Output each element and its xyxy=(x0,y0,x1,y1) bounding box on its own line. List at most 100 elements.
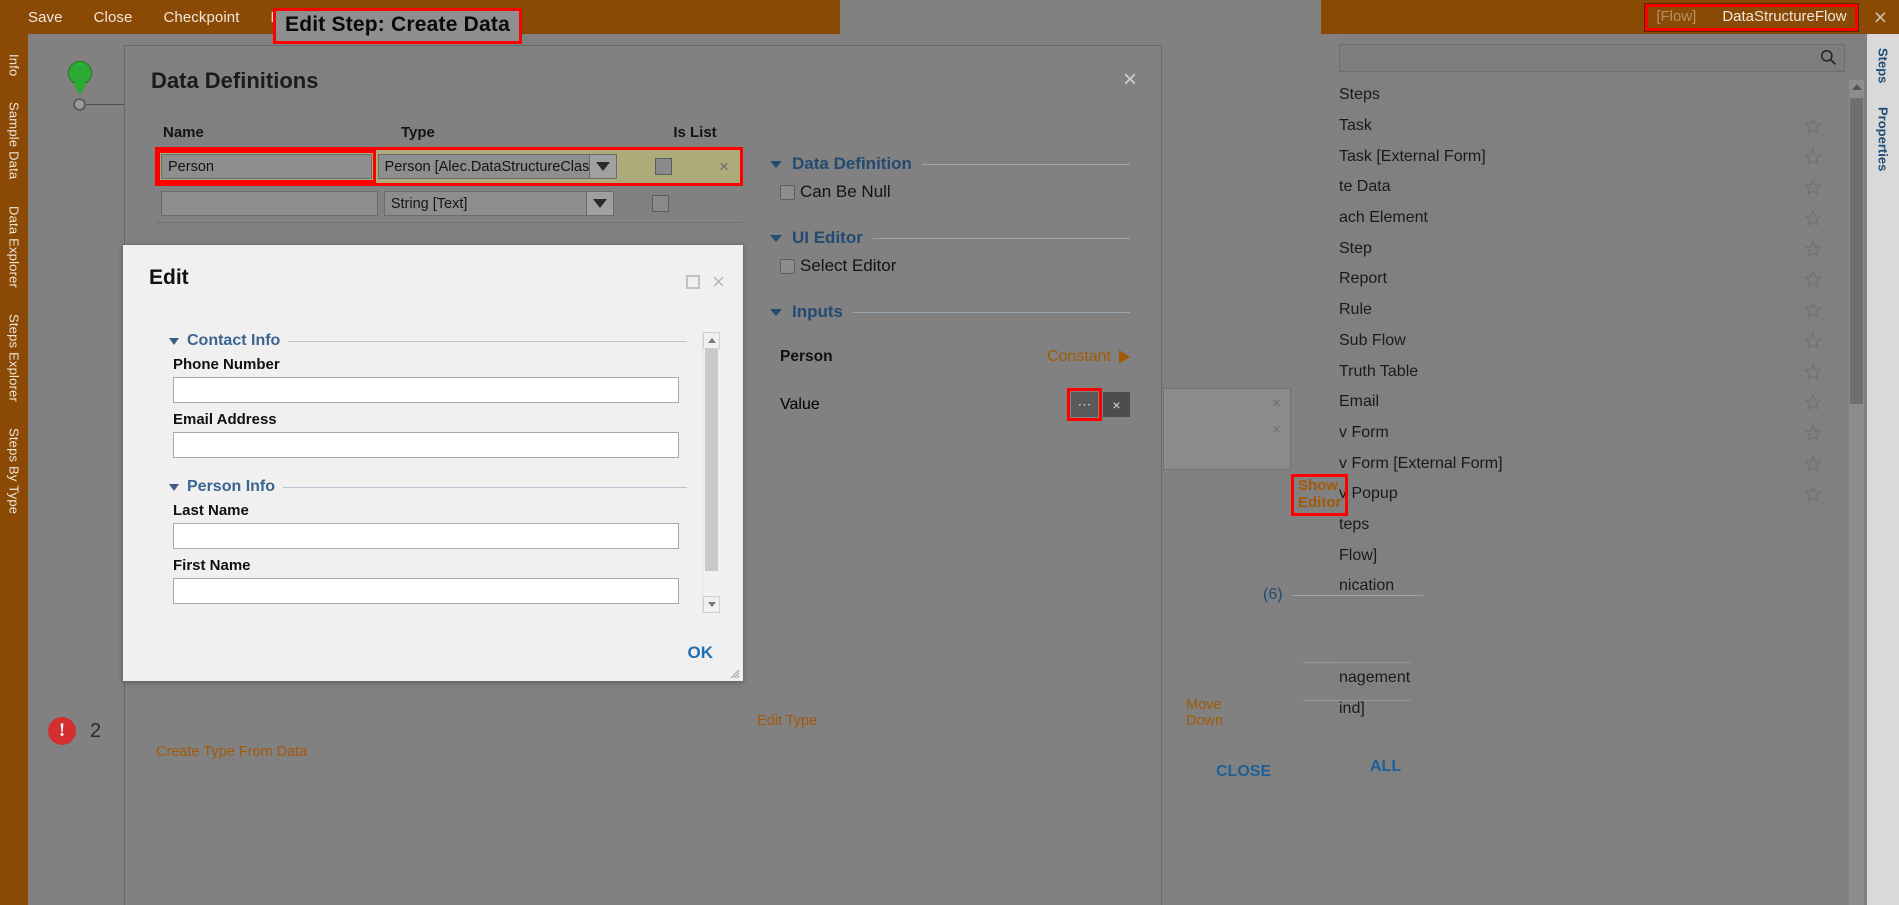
list-item[interactable]: Email xyxy=(1339,387,1845,418)
edit-type-link[interactable]: Edit Type xyxy=(757,713,817,729)
star-icon[interactable] xyxy=(1805,424,1821,441)
scroll-up-icon[interactable] xyxy=(1851,84,1862,90)
steps-list[interactable]: Steps Task Task [External Form] te Data ach … xyxy=(1339,80,1845,905)
type-dropdown-button[interactable] xyxy=(590,154,618,179)
list-item[interactable]: Truth Table xyxy=(1339,356,1845,387)
move-down-link[interactable]: Move Down xyxy=(1186,697,1223,729)
table-row[interactable]: Person Person [Alec.DataStructureClas × xyxy=(155,147,743,186)
last-name-input[interactable] xyxy=(173,523,679,549)
ok-button[interactable]: OK xyxy=(688,643,714,663)
all-button[interactable]: ALL xyxy=(1370,758,1401,776)
resize-handle-icon[interactable] xyxy=(728,667,740,679)
star-icon[interactable] xyxy=(1805,363,1821,380)
list-item[interactable]: ach Element xyxy=(1339,203,1845,234)
list-item[interactable]: Report xyxy=(1339,264,1845,295)
error-badge[interactable]: ! 2 xyxy=(48,717,101,745)
star-icon[interactable] xyxy=(1805,148,1821,165)
can-be-null-checkbox[interactable] xyxy=(780,184,795,200)
list-item[interactable]: Task xyxy=(1339,111,1845,142)
editor-preview-box[interactable]: × × xyxy=(1163,388,1291,470)
start-node-marker[interactable] xyxy=(68,61,92,95)
is-list-checkbox[interactable] xyxy=(652,195,670,212)
row-name-cell[interactable]: Person xyxy=(156,150,376,183)
star-icon[interactable] xyxy=(1805,394,1821,411)
section-person-info[interactable]: Person Info xyxy=(169,478,687,496)
type-input[interactable]: String [Text] xyxy=(383,191,587,216)
table-row[interactable]: String [Text] xyxy=(156,185,742,222)
start-connector-dot[interactable] xyxy=(73,98,86,111)
section-ui-editor[interactable]: UI Editor xyxy=(770,228,1130,248)
rail-item-sample-data[interactable]: Sample Data xyxy=(7,102,22,179)
scroll-thumb[interactable] xyxy=(705,349,718,571)
rail-item-data-explorer[interactable]: Data Explorer xyxy=(7,206,22,288)
star-icon[interactable] xyxy=(1805,118,1821,134)
flow-tab-close-icon[interactable]: × xyxy=(1874,5,1887,29)
list-item[interactable]: nagement xyxy=(1339,663,1845,694)
toolbar-save-button[interactable]: Save xyxy=(28,9,63,26)
rail-item-steps-by-type[interactable]: Steps By Type xyxy=(7,428,22,514)
name-input[interactable]: Person xyxy=(157,150,376,183)
value-clear-button[interactable]: × xyxy=(1103,392,1130,417)
list-item[interactable]: Flow] xyxy=(1339,540,1845,571)
type-dropdown-button[interactable] xyxy=(586,191,614,216)
editor-preview-remove-icon-2[interactable]: × xyxy=(1272,421,1281,438)
scroll-track[interactable] xyxy=(703,349,720,596)
toolbar-checkpoint-button[interactable]: Checkpoint xyxy=(163,9,239,26)
list-item[interactable]: v Form xyxy=(1339,418,1845,449)
show-editor-link[interactable]: Show Editor xyxy=(1291,474,1349,516)
row-type-cell[interactable]: String [Text] xyxy=(381,191,617,216)
editor-preview-remove-icon-1[interactable]: × xyxy=(1272,395,1281,412)
restore-icon[interactable] xyxy=(686,275,701,289)
star-icon[interactable] xyxy=(1805,455,1821,472)
edit-dialog-scrollbar[interactable] xyxy=(702,332,720,613)
star-icon[interactable] xyxy=(1805,210,1821,226)
section-data-definition[interactable]: Data Definition xyxy=(770,154,1130,174)
star-icon[interactable] xyxy=(1805,302,1821,318)
list-item[interactable] xyxy=(1339,602,1845,633)
list-item[interactable]: Step xyxy=(1339,233,1845,264)
steps-scrollbar[interactable] xyxy=(1849,80,1864,905)
flow-tab-datastructureflow[interactable]: [Flow] DataStructureFlow xyxy=(1645,3,1858,31)
star-icon[interactable] xyxy=(1805,486,1821,503)
row-is-list-cell[interactable] xyxy=(620,158,705,175)
is-list-checkbox[interactable] xyxy=(654,158,672,175)
list-item[interactable]: ind] xyxy=(1339,694,1845,725)
list-item[interactable]: teps xyxy=(1339,510,1845,541)
data-definitions-close-button[interactable]: CLOSE xyxy=(1216,763,1271,781)
phone-number-input[interactable] xyxy=(173,377,679,403)
data-definitions-close-icon[interactable]: × xyxy=(1123,68,1137,92)
row-name-cell[interactable] xyxy=(156,191,381,216)
star-icon[interactable] xyxy=(1805,240,1821,257)
steps-scroll-thumb[interactable] xyxy=(1850,98,1863,404)
list-item[interactable] xyxy=(1339,632,1845,663)
list-item[interactable]: Rule xyxy=(1339,295,1845,326)
scroll-up-button[interactable] xyxy=(703,332,720,349)
row-type-cell[interactable]: Person [Alec.DataStructureClas xyxy=(375,154,621,179)
scroll-down-button[interactable] xyxy=(703,596,720,613)
name-input[interactable] xyxy=(161,191,378,216)
list-item[interactable]: v Form [External Form] xyxy=(1339,448,1845,479)
close-icon[interactable]: × xyxy=(712,271,725,293)
list-item[interactable]: Steps xyxy=(1339,80,1845,111)
type-input[interactable]: Person [Alec.DataStructureClas xyxy=(377,154,591,179)
input-person-mapping[interactable]: Constant xyxy=(1047,348,1130,366)
can-be-null-row[interactable]: Can Be Null xyxy=(780,182,1130,202)
select-editor-row[interactable]: Select Editor xyxy=(780,256,1130,276)
toolbar-close-button[interactable]: Close xyxy=(94,9,133,26)
first-name-input[interactable] xyxy=(173,578,679,604)
email-address-input[interactable] xyxy=(173,432,679,458)
list-item[interactable]: te Data xyxy=(1339,172,1845,203)
section-inputs[interactable]: Inputs xyxy=(770,302,1130,322)
list-item[interactable]: Sub Flow xyxy=(1339,326,1845,357)
star-icon[interactable] xyxy=(1805,179,1821,196)
list-item[interactable]: v Popup xyxy=(1339,479,1845,510)
row-is-list-cell[interactable] xyxy=(617,195,705,212)
value-ellipsis-button[interactable]: ⋯ xyxy=(1067,388,1102,421)
create-type-from-data-link[interactable]: Create Type From Data xyxy=(156,744,307,760)
star-icon[interactable] xyxy=(1805,332,1821,349)
list-item[interactable]: Task [External Form] xyxy=(1339,141,1845,172)
row-delete-icon[interactable]: × xyxy=(706,157,742,177)
rail-item-info[interactable]: Info xyxy=(7,54,22,76)
select-editor-checkbox[interactable] xyxy=(780,258,795,274)
star-icon[interactable] xyxy=(1805,271,1821,288)
